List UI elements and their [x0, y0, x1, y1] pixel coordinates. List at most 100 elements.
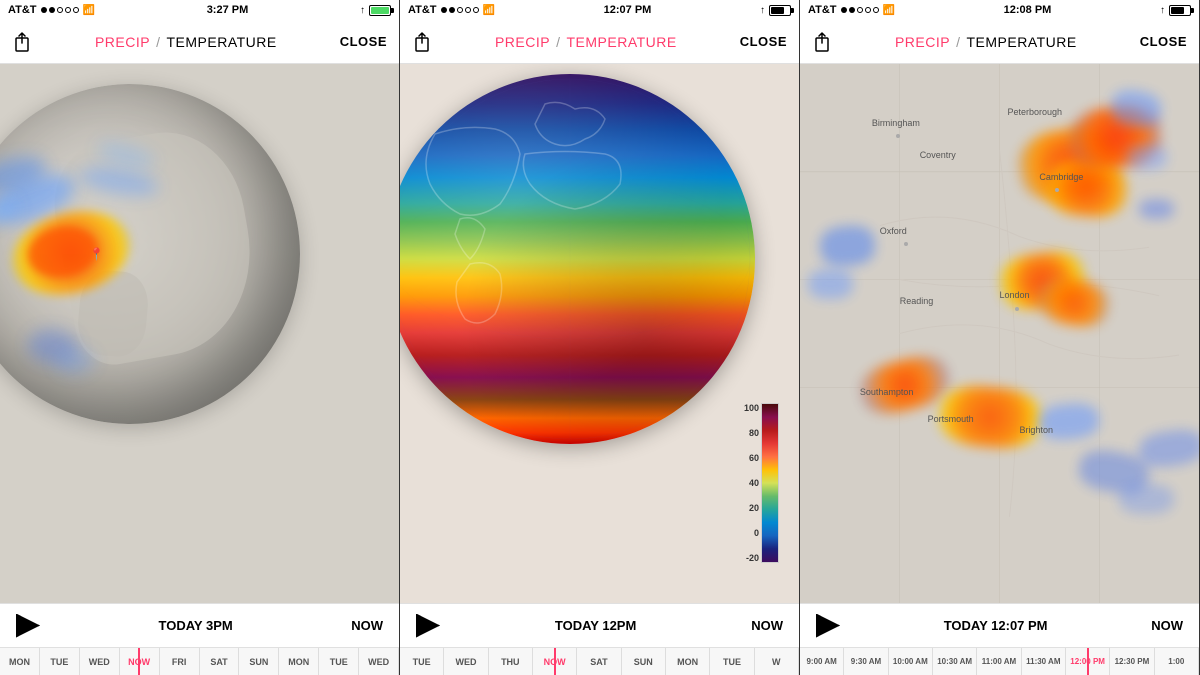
temp-label-1[interactable]: TEMPERATURE [166, 34, 276, 50]
temp-label-3[interactable]: TEMPERATURE [966, 34, 1076, 50]
precip-patch-blue-2 [1127, 145, 1167, 170]
signal-1 [41, 7, 79, 13]
play-button-2[interactable] [416, 614, 440, 638]
precip-label-2[interactable]: PRECIP [495, 34, 550, 50]
dot5 [73, 7, 79, 13]
phone-panel-3: AT&T 📶 12:08 PM ↑ PRECI [800, 0, 1200, 675]
timeline-item[interactable]: MON [666, 648, 710, 675]
status-bar-3: AT&T 📶 12:08 PM ↑ [800, 0, 1199, 20]
close-button-3[interactable]: CLOSE [1140, 34, 1187, 49]
now-label-1: NOW [351, 618, 383, 633]
dot1 [841, 7, 847, 13]
temp-label-2[interactable]: TEMPERATURE [566, 34, 676, 50]
dot4 [465, 7, 471, 13]
timeline-item[interactable]: SAT [577, 648, 621, 675]
play-button-3[interactable] [816, 614, 840, 638]
precip-label-3[interactable]: PRECIP [895, 34, 950, 50]
battery-fill-3 [1171, 7, 1184, 14]
timeline-item[interactable]: 10:30 AM [933, 648, 977, 675]
precip-patch-blue-3 [1139, 199, 1174, 219]
dot2 [849, 7, 855, 13]
map-area-1[interactable]: 📍 [0, 64, 399, 603]
dot1 [41, 7, 47, 13]
status-left-3: AT&T 📶 [808, 4, 895, 16]
timeline-item[interactable]: SAT [200, 648, 240, 675]
timeline-item[interactable]: 11:30 AM [1022, 648, 1066, 675]
status-right-1: ↑ [360, 5, 391, 16]
share-icon-3[interactable] [812, 32, 832, 52]
timeline-item[interactable]: 12:30 PM [1110, 648, 1154, 675]
battery-fill-1 [371, 7, 389, 14]
carrier-1: AT&T [8, 4, 37, 16]
separator-1: / [156, 34, 160, 50]
legend-20: 20 [749, 503, 759, 513]
timeline-2[interactable]: TUE WED THU NOW SAT SUN MON TUE W [400, 647, 799, 675]
top-bar-2: PRECIP / TEMPERATURE CLOSE [400, 20, 799, 64]
timeline-item[interactable]: 9:30 AM [844, 648, 888, 675]
timeline-1[interactable]: MON TUE WED NOW FRI SAT SUN MON TUE WED [0, 647, 399, 675]
precip-label-1[interactable]: PRECIP [95, 34, 150, 50]
dot2 [49, 7, 55, 13]
timeline-item[interactable]: MON [0, 648, 40, 675]
share-icon-1[interactable] [12, 32, 32, 52]
battery-3 [1169, 5, 1191, 16]
now-label-2: NOW [751, 618, 783, 633]
timeline-item[interactable]: TUE [40, 648, 80, 675]
status-bar-1: AT&T 📶 3:27 PM ↑ [0, 0, 399, 20]
legend-bar [761, 403, 779, 563]
map-area-2[interactable]: 100 80 60 40 20 0 -20 [400, 64, 799, 603]
timeline-item[interactable]: MON [279, 648, 319, 675]
dot4 [65, 7, 71, 13]
globe-1: 📍 [0, 84, 300, 424]
legend-labels: 100 80 60 40 20 0 -20 [744, 403, 759, 563]
dot3 [857, 7, 863, 13]
timeline-item-now[interactable]: 12:00 PM [1066, 648, 1110, 675]
dot2 [449, 7, 455, 13]
timeline-item[interactable]: WED [80, 648, 120, 675]
timeline-item[interactable]: SUN [239, 648, 279, 675]
time-2: 12:07 PM [604, 4, 652, 16]
bottom-bar-3: TODAY 12:07 PM NOW 9:00 AM 9:30 AM 10:00… [800, 603, 1199, 675]
arrow-icon-3: ↑ [1160, 5, 1165, 16]
dot5 [873, 7, 879, 13]
wifi-icon-2: 📶 [483, 5, 495, 16]
globe-2 [400, 74, 755, 444]
timeline-item[interactable]: 11:00 AM [977, 648, 1021, 675]
carrier-3: AT&T [808, 4, 837, 16]
timeline-item-now[interactable]: NOW [533, 648, 577, 675]
bottom-bar-2: TODAY 12PM NOW TUE WED THU NOW SAT SUN M… [400, 603, 799, 675]
timeline-item[interactable]: 1:00 [1155, 648, 1199, 675]
dot1 [441, 7, 447, 13]
timeline-item[interactable]: TUE [710, 648, 754, 675]
close-button-2[interactable]: CLOSE [740, 34, 787, 49]
playback-row-3: TODAY 12:07 PM NOW [800, 603, 1199, 647]
timeline-item[interactable]: 9:00 AM [800, 648, 844, 675]
top-bar-1: PRECIP / TEMPERATURE CLOSE [0, 20, 399, 64]
close-button-1[interactable]: CLOSE [340, 34, 387, 49]
timeline-item[interactable]: SUN [622, 648, 666, 675]
play-button-1[interactable] [16, 614, 40, 638]
timeline-item-now[interactable]: NOW [120, 648, 160, 675]
legend-80: 80 [749, 428, 759, 438]
timeline-item[interactable]: THU [489, 648, 533, 675]
playback-row-2: TODAY 12PM NOW [400, 603, 799, 647]
battery-2 [769, 5, 791, 16]
timeline-item[interactable]: 10:00 AM [889, 648, 933, 675]
status-bar-2: AT&T 📶 12:07 PM ↑ [400, 0, 799, 20]
timeline-item[interactable]: WED [359, 648, 399, 675]
time-1: 3:27 PM [207, 4, 249, 16]
timeline-item[interactable]: FRI [160, 648, 200, 675]
timeline-item[interactable]: WED [444, 648, 488, 675]
now-line-2 [554, 648, 556, 675]
timeline-item[interactable]: TUE [400, 648, 444, 675]
time-display-3: TODAY 12:07 PM [944, 618, 1048, 633]
share-icon-2[interactable] [412, 32, 432, 52]
now-line-3 [1087, 648, 1089, 675]
nav-label-1: PRECIP / TEMPERATURE [95, 34, 277, 50]
timeline-3[interactable]: 9:00 AM 9:30 AM 10:00 AM 10:30 AM 11:00 … [800, 647, 1199, 675]
map-area-3[interactable]: Birmingham Coventry Peterborough Oxford … [800, 64, 1199, 603]
dot-birmingham [896, 134, 900, 138]
timeline-item[interactable]: W [755, 648, 799, 675]
legend-0: 0 [754, 528, 759, 538]
timeline-item[interactable]: TUE [319, 648, 359, 675]
